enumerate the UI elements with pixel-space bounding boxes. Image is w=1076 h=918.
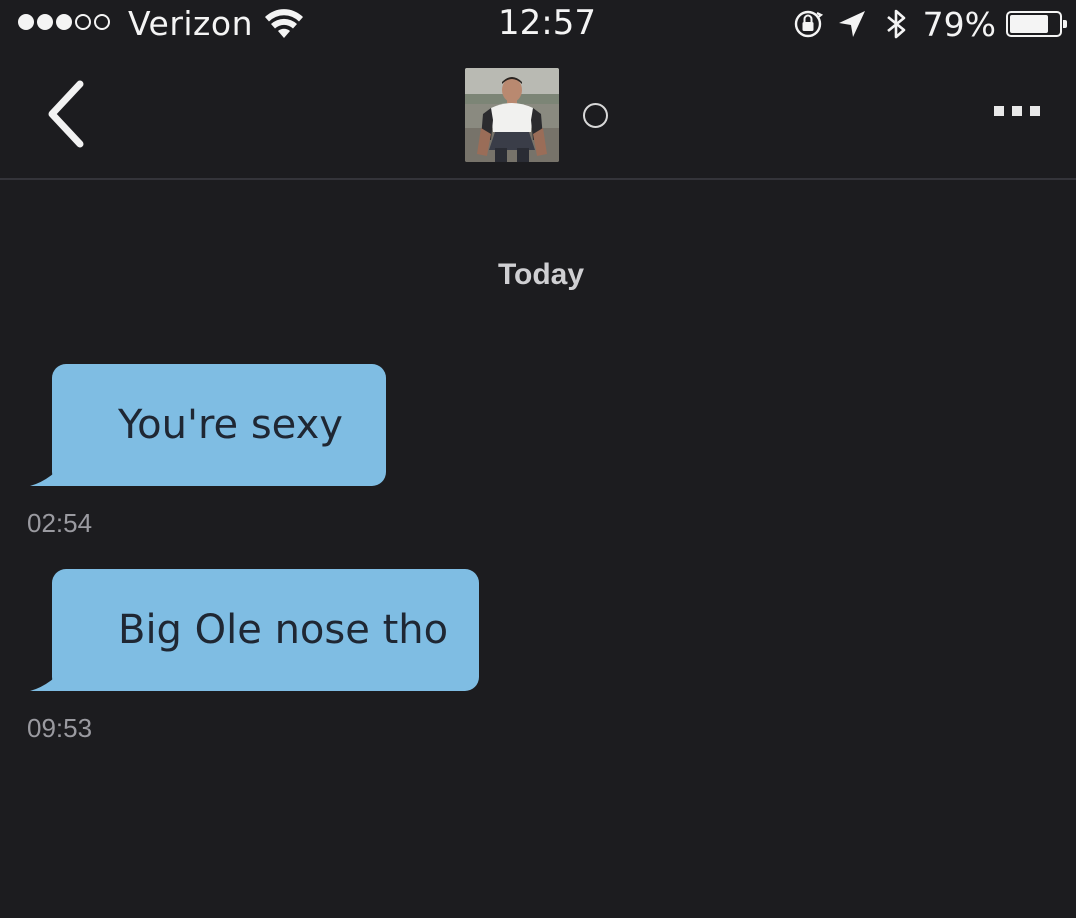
day-divider-label: Today [497, 258, 585, 291]
orientation-lock-icon [794, 10, 823, 38]
bluetooth-icon [886, 9, 905, 39]
chat-screen: Verizon 12:57 79% Today You're sexy 02:5… [0, 0, 1076, 918]
chat-header [0, 52, 1076, 180]
message-item: You're sexy [30, 364, 386, 486]
battery-icon [1006, 11, 1067, 37]
message-timestamp: 09:53 [27, 713, 93, 743]
status-time: 12:57 [498, 3, 596, 43]
message-bubble[interactable]: You're sexy [52, 364, 386, 486]
signal-strength-icon [18, 14, 110, 30]
message-timestamp: 02:54 [27, 508, 93, 538]
status-right-group: 79% [791, 4, 1067, 44]
online-status-ring-icon [583, 103, 608, 128]
message-text: Big Ole nose tho [118, 607, 449, 653]
ellipsis-icon[interactable] [994, 106, 1040, 116]
message-item: Big Ole nose tho [30, 569, 479, 691]
battery-fill [1010, 15, 1048, 33]
carrier-name: Verizon [128, 4, 253, 43]
wifi-icon [265, 9, 303, 38]
message-bubble[interactable]: Big Ole nose tho [52, 569, 479, 691]
message-text: You're sexy [118, 402, 343, 448]
profile-photo[interactable] [465, 68, 559, 162]
chevron-left-icon[interactable] [38, 78, 98, 150]
location-arrow-icon [838, 11, 865, 37]
battery-percent: 79% [922, 4, 996, 44]
status-bar: Verizon 12:57 79% [0, 0, 1076, 52]
